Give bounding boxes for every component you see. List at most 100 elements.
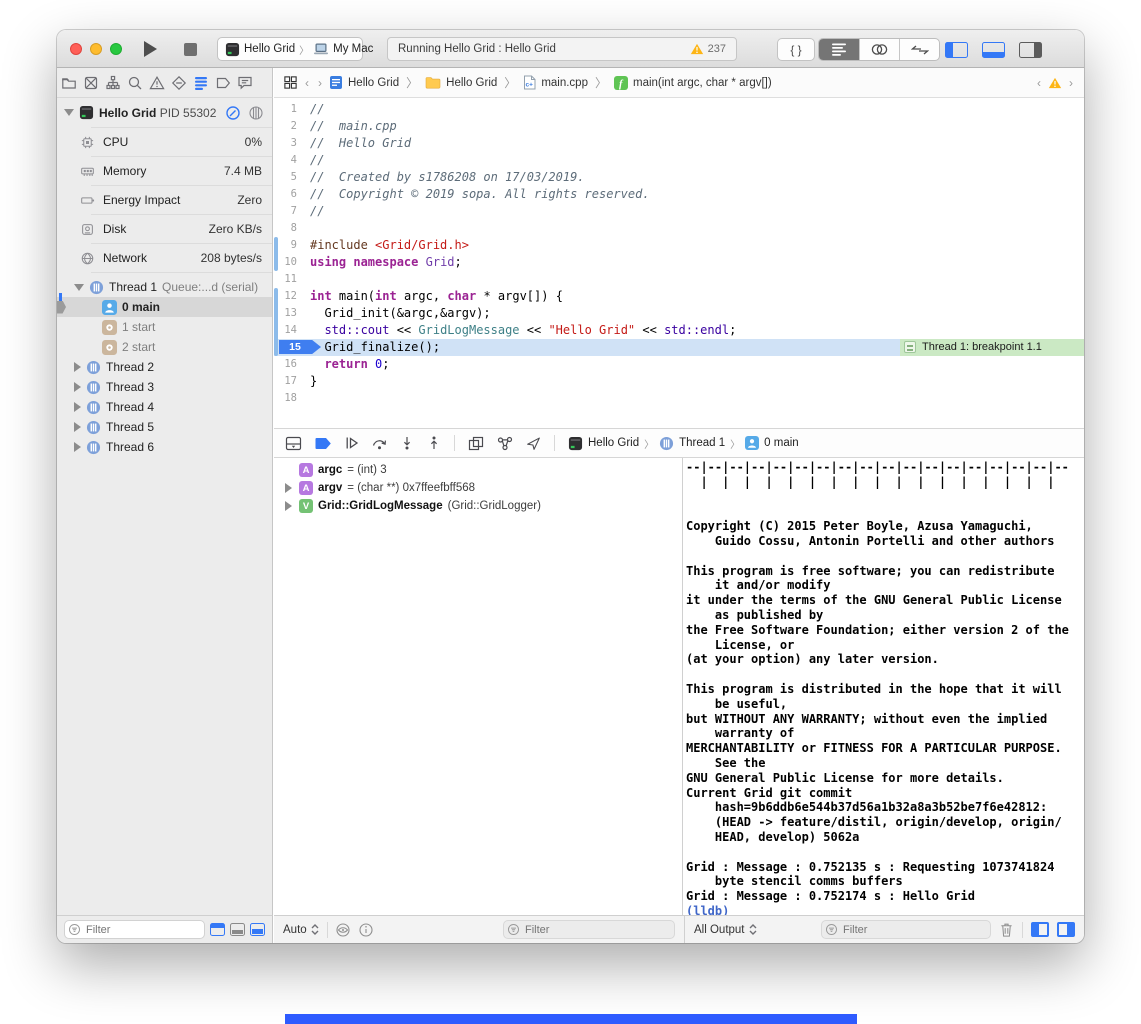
breakpoints-toggle-button[interactable]: [315, 437, 332, 450]
variable-row-grid-gridlogmessage[interactable]: VGrid::GridLogMessage(Grid::GridLogger): [274, 497, 682, 515]
step-into-button[interactable]: [400, 436, 414, 450]
code-line-3[interactable]: 3// Hello Grid: [274, 135, 1084, 152]
step-out-button[interactable]: [427, 436, 441, 450]
line-number[interactable]: 9: [274, 237, 310, 254]
issue-navigator-icon[interactable]: [149, 75, 165, 91]
quicklook-icon[interactable]: [335, 922, 351, 938]
code-line-9[interactable]: 9#include <Grid/Grid.h>: [274, 237, 1084, 254]
line-number[interactable]: 7: [274, 203, 310, 220]
variables-view[interactable]: Aargc= (int) 3Aargv= (char **) 0x7ffeefb…: [274, 458, 683, 915]
clear-console-button[interactable]: [999, 922, 1014, 938]
scheme-selector[interactable]: Hello Grid 〉 My Mac: [217, 37, 363, 61]
search-navigator-icon[interactable]: [127, 75, 143, 91]
thread-row-thread-3[interactable]: Thread 3: [57, 377, 272, 397]
next-issue-button[interactable]: ›: [1067, 76, 1075, 90]
library-button[interactable]: { }: [777, 38, 815, 61]
toggle-debug-area-button[interactable]: [982, 42, 1005, 58]
thread-row-thread-4[interactable]: Thread 4: [57, 397, 272, 417]
gauge-row-energy-impact[interactable]: Energy ImpactZero: [57, 186, 272, 214]
code-line-4[interactable]: 4//: [274, 152, 1084, 169]
go-back-button[interactable]: ‹: [303, 76, 311, 90]
go-forward-button[interactable]: ›: [316, 76, 324, 90]
disclosure-triangle[interactable]: [74, 284, 84, 291]
line-number[interactable]: 6: [274, 186, 310, 203]
assistant-editor-button[interactable]: [859, 39, 899, 60]
code-line-10[interactable]: 10using namespace Grid;: [274, 254, 1084, 271]
debug-view-hierarchy-button[interactable]: [468, 436, 484, 451]
profile-in-instruments-icon[interactable]: [225, 105, 241, 121]
gauge-row-network[interactable]: Network208 bytes/s: [57, 244, 272, 272]
code-line-2[interactable]: 2// main.cpp: [274, 118, 1084, 135]
debug-crumb-thread[interactable]: Thread 1: [679, 437, 725, 449]
line-number[interactable]: 5: [274, 169, 310, 186]
disclosure-triangle[interactable]: [74, 402, 81, 412]
console-output[interactable]: --|--|--|--|--|--|--|--|--|--|--|--|--|-…: [686, 460, 1084, 915]
line-number[interactable]: 18: [274, 390, 310, 407]
line-number[interactable]: 14: [274, 322, 310, 339]
thread-row-thread-6[interactable]: Thread 6: [57, 437, 272, 457]
navigator-filter-input[interactable]: [64, 920, 205, 939]
line-number[interactable]: 8: [274, 220, 310, 237]
hide-debug-area-button[interactable]: [285, 436, 302, 451]
info-icon[interactable]: [358, 922, 374, 938]
code-line-7[interactable]: 7//: [274, 203, 1084, 220]
console-filter-field[interactable]: [821, 920, 991, 939]
project-navigator-icon[interactable]: [61, 75, 77, 91]
source-editor[interactable]: 1//2// main.cpp3// Hello Grid4//5// Crea…: [274, 98, 1084, 428]
continue-button[interactable]: [345, 436, 359, 450]
line-number[interactable]: 10: [274, 254, 310, 271]
breakpoint-marker[interactable]: 15: [279, 340, 321, 354]
source-control-navigator-icon[interactable]: [83, 75, 99, 91]
line-number[interactable]: 4: [274, 152, 310, 169]
breakpoint-annotation[interactable]: Thread 1: breakpoint 1.1: [900, 339, 1084, 356]
gauge-row-memory[interactable]: Memory7.4 MB: [57, 157, 272, 185]
line-number[interactable]: 16: [274, 356, 310, 373]
stack-frame-2-start[interactable]: 2 start: [57, 337, 272, 357]
toggle-console-button[interactable]: [1057, 922, 1075, 937]
line-number[interactable]: 12: [274, 288, 310, 305]
thread-row-thread-5[interactable]: Thread 5: [57, 417, 272, 437]
code-line-5[interactable]: 5// Created by s1786208 on 17/03/2019.: [274, 169, 1084, 186]
memory-debug-icon[interactable]: [248, 105, 264, 121]
memory-graph-button[interactable]: [497, 436, 513, 451]
disclosure-triangle[interactable]: [64, 109, 74, 116]
stack-frame-1-start[interactable]: 1 start: [57, 317, 272, 337]
toggle-navigator-button[interactable]: [945, 42, 968, 58]
code-line-1[interactable]: 1//: [274, 101, 1084, 118]
simulate-location-button[interactable]: [526, 436, 541, 451]
breadcrumb-file[interactable]: main.cpp: [541, 77, 588, 89]
disclosure-triangle[interactable]: [285, 483, 292, 493]
breadcrumb-symbol[interactable]: main(int argc, char * argv[]): [633, 77, 772, 89]
minimize-window-button[interactable]: [90, 43, 102, 55]
code-line-12[interactable]: 12int main(int argc, char * argv[]) {: [274, 288, 1084, 305]
show-recent-toggle[interactable]: [210, 923, 225, 936]
line-number[interactable]: 17: [274, 373, 310, 390]
line-number[interactable]: 13: [274, 305, 310, 322]
line-number[interactable]: 1: [274, 101, 310, 118]
disclosure-triangle[interactable]: [74, 442, 81, 452]
code-line-8[interactable]: 8: [274, 220, 1084, 237]
line-number[interactable]: 3: [274, 135, 310, 152]
code-line-13[interactable]: 13 Grid_init(&argc,&argv);: [274, 305, 1084, 322]
code-line-14[interactable]: 14 std::cout << GridLogMessage << "Hello…: [274, 322, 1084, 339]
activity-viewer[interactable]: Running Hello Grid : Hello Grid 237: [387, 37, 737, 61]
step-over-button[interactable]: [372, 436, 387, 450]
close-window-button[interactable]: [70, 43, 82, 55]
run-button[interactable]: [132, 37, 168, 61]
related-items-icon[interactable]: [283, 75, 298, 90]
code-line-11[interactable]: 11: [274, 271, 1084, 288]
code-line-17[interactable]: 17}: [274, 373, 1084, 390]
warning-count-badge[interactable]: 237: [690, 43, 726, 55]
toggle-inspector-button[interactable]: [1019, 42, 1042, 58]
toggle-variables-view-button[interactable]: [1031, 922, 1049, 937]
breakpoint-navigator-icon[interactable]: [215, 76, 231, 90]
thread-row-thread-1[interactable]: Thread 1Queue:...d (serial): [57, 277, 272, 297]
stack-frame-0-main[interactable]: 0 main: [57, 297, 272, 317]
variable-row-argc[interactable]: Aargc= (int) 3: [274, 461, 682, 479]
disclosure-triangle[interactable]: [285, 501, 292, 511]
line-number[interactable]: 11: [274, 271, 310, 288]
variables-filter-field[interactable]: [503, 920, 675, 939]
report-navigator-icon[interactable]: [237, 75, 253, 90]
variables-scope-dropdown[interactable]: Auto: [283, 923, 320, 936]
code-line-6[interactable]: 6// Copyright © 2019 sopa. All rights re…: [274, 186, 1084, 203]
